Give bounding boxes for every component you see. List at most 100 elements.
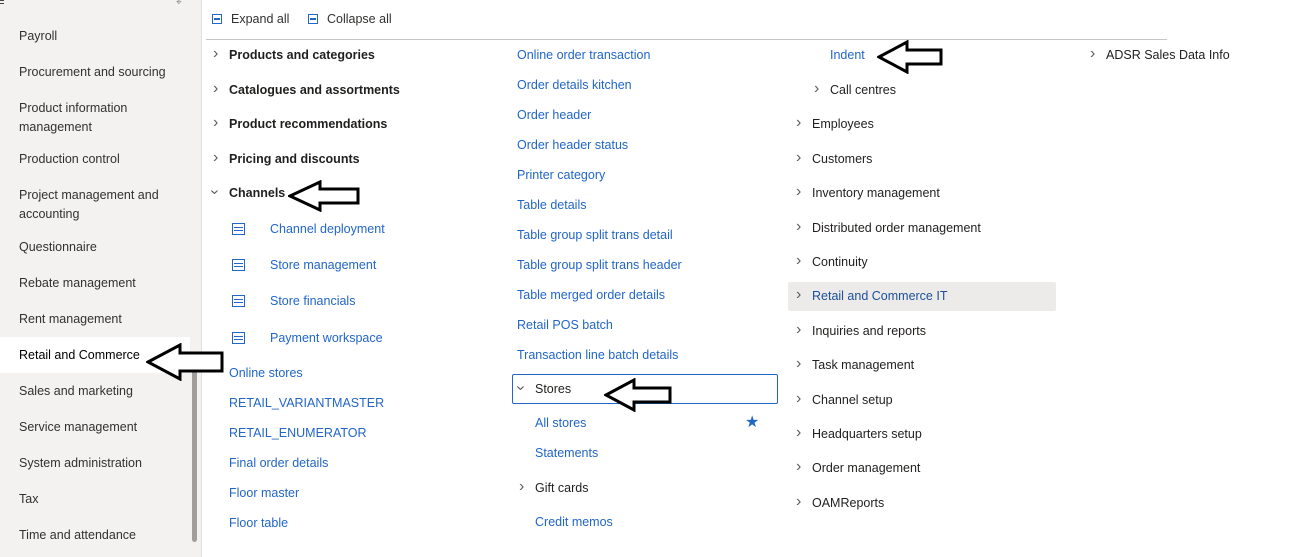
sidebar-item-service-management[interactable]: Service management [19, 418, 189, 437]
link-channel-deployment[interactable]: Channel deployment [270, 220, 385, 238]
link-retail-variantmaster[interactable]: RETAIL_VARIANTMASTER [229, 394, 384, 412]
chevron-right-icon[interactable] [796, 286, 801, 305]
link-transaction-line-batch-details[interactable]: Transaction line batch details [517, 346, 678, 364]
group-inquiries-and-reports[interactable]: Inquiries and reports [812, 322, 926, 340]
link-indent[interactable]: Indent [830, 46, 865, 64]
chevron-down-icon[interactable] [212, 183, 217, 202]
group-continuity[interactable]: Continuity [812, 253, 868, 271]
chevron-right-icon[interactable] [796, 493, 801, 512]
arrow-left-icon [146, 343, 224, 381]
link-statements[interactable]: Statements [535, 444, 598, 462]
group-pricing-and-discounts[interactable]: Pricing and discounts [229, 150, 360, 168]
sidebar-scrollbar[interactable] [192, 360, 197, 542]
link-online-stores[interactable]: Online stores [229, 364, 303, 382]
chevron-right-icon[interactable] [796, 183, 801, 202]
chevron-right-icon[interactable] [796, 321, 801, 340]
group-headquarters-setup[interactable]: Headquarters setup [812, 425, 922, 443]
link-store-financials[interactable]: Store financials [270, 292, 355, 310]
chevron-right-icon[interactable] [213, 80, 218, 99]
group-adsr-sales-data-info[interactable]: ADSR Sales Data Info [1106, 46, 1230, 64]
link-printer-category[interactable]: Printer category [517, 166, 605, 184]
group-inventory-management[interactable]: Inventory management [812, 184, 940, 202]
link-all-stores[interactable]: All stores [535, 414, 586, 432]
sidebar-item-system-administration[interactable]: System administration [19, 454, 189, 473]
chevron-right-icon[interactable] [796, 252, 801, 271]
chevron-right-icon[interactable] [796, 390, 801, 409]
sidebar-item-procurement[interactable]: Procurement and sourcing [19, 63, 189, 82]
sidebar-item-rent-management[interactable]: Rent management [19, 310, 189, 329]
collapse-all-button[interactable]: Collapse all [308, 10, 392, 28]
chevron-right-icon[interactable] [796, 149, 801, 168]
menu-icon[interactable] [0, 0, 4, 8]
group-product-recommendations[interactable]: Product recommendations [229, 115, 387, 133]
link-final-order-details[interactable]: Final order details [229, 454, 328, 472]
chevron-right-icon[interactable] [796, 218, 801, 237]
link-table-merged-order-details[interactable]: Table merged order details [517, 286, 665, 304]
sidebar-item-rebate-management[interactable]: Rebate management [19, 274, 189, 293]
link-table-group-split-trans-detail[interactable]: Table group split trans detail [517, 226, 673, 244]
group-channel-setup[interactable]: Channel setup [812, 391, 893, 409]
link-store-management[interactable]: Store management [270, 256, 376, 274]
chevron-right-icon[interactable] [1090, 45, 1095, 64]
workspace-icon [232, 259, 245, 271]
group-oamreports[interactable]: OAMReports [812, 494, 884, 512]
group-distributed-order-management[interactable]: Distributed order management [812, 219, 981, 237]
group-channels[interactable]: Channels [229, 184, 285, 202]
group-catalogues-and-assortments[interactable]: Catalogues and assortments [229, 81, 400, 99]
link-online-order-transaction[interactable]: Online order transaction [517, 46, 650, 64]
group-call-centres[interactable]: Call centres [830, 81, 896, 99]
sidebar-item-tax[interactable]: Tax [19, 490, 189, 509]
expand-all-button[interactable]: Expand all [212, 10, 289, 28]
sidebar-item-project-management[interactable]: Project management and accounting [19, 186, 169, 224]
group-products-and-categories[interactable]: Products and categories [229, 46, 375, 64]
arrow-left-icon [604, 378, 672, 412]
group-order-management[interactable]: Order management [812, 459, 920, 477]
expand-all-icon [212, 14, 222, 24]
chevron-right-icon[interactable] [213, 149, 218, 168]
chevron-right-icon[interactable] [213, 114, 218, 133]
sidebar-item-production-control[interactable]: Production control [19, 150, 189, 169]
pin-icon[interactable]: ⌖ [176, 0, 190, 8]
group-customers[interactable]: Customers [812, 150, 872, 168]
link-order-header[interactable]: Order header [517, 106, 591, 124]
link-floor-master[interactable]: Floor master [229, 484, 299, 502]
sidebar-item-payroll[interactable]: Payroll [19, 27, 189, 46]
sidebar-item-product-information[interactable]: Product information management [19, 99, 159, 137]
link-table-group-split-trans-header[interactable]: Table group split trans header [517, 256, 682, 274]
star-icon[interactable]: ★ [745, 414, 759, 432]
sidebar-item-time-and-attendance[interactable]: Time and attendance [19, 526, 189, 545]
group-task-management[interactable]: Task management [812, 356, 914, 374]
chevron-right-icon[interactable] [213, 45, 218, 64]
link-order-header-status[interactable]: Order header status [517, 136, 628, 154]
link-order-details-kitchen[interactable]: Order details kitchen [517, 76, 632, 94]
workspace-icon [232, 295, 245, 307]
workspace-icon [232, 223, 245, 235]
group-stores[interactable]: Stores [535, 380, 571, 398]
group-retail-and-commerce-it[interactable]: Retail and Commerce IT [812, 287, 947, 305]
arrow-left-icon [288, 180, 360, 212]
link-retail-enumerator[interactable]: RETAIL_ENUMERATOR [229, 424, 367, 442]
sidebar-item-sales-and-marketing[interactable]: Sales and marketing [19, 382, 189, 401]
group-gift-cards[interactable]: Gift cards [535, 479, 589, 497]
chevron-right-icon[interactable] [519, 478, 524, 497]
link-retail-pos-batch[interactable]: Retail POS batch [517, 316, 613, 334]
collapse-all-icon [308, 14, 318, 24]
module-sidebar: ⌖ Payroll Procurement and sourcing Produ… [0, 0, 202, 557]
chevron-right-icon[interactable] [796, 424, 801, 443]
chevron-right-icon[interactable] [814, 80, 819, 99]
chevron-right-icon[interactable] [796, 458, 801, 477]
link-floor-table[interactable]: Floor table [229, 514, 288, 532]
expand-all-label: Expand all [231, 12, 290, 26]
arrow-left-icon [877, 40, 943, 74]
chevron-right-icon[interactable] [796, 114, 801, 133]
workspace-icon [232, 332, 245, 344]
link-table-details[interactable]: Table details [517, 196, 587, 214]
collapse-all-label: Collapse all [327, 12, 392, 26]
chevron-down-icon[interactable] [518, 379, 523, 398]
sidebar-divider [201, 0, 202, 557]
group-employees[interactable]: Employees [812, 115, 874, 133]
link-payment-workspace[interactable]: Payment workspace [270, 329, 383, 347]
link-credit-memos[interactable]: Credit memos [535, 513, 613, 531]
sidebar-item-questionnaire[interactable]: Questionnaire [19, 238, 189, 257]
chevron-right-icon[interactable] [796, 355, 801, 374]
